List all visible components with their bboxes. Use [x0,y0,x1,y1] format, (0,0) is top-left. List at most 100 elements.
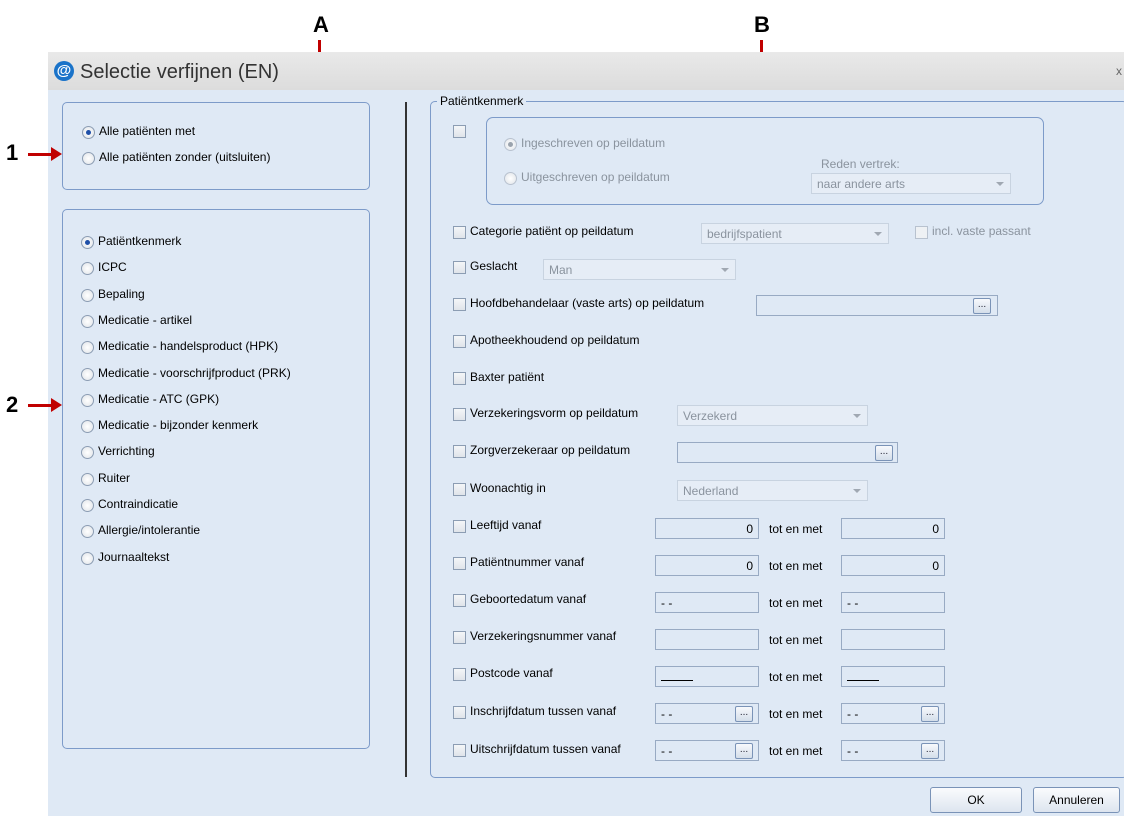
button-uitschrijfdatum-to-picker[interactable]: ... [921,743,939,759]
close-icon[interactable]: x [1116,64,1122,78]
checkbox-categorie[interactable] [453,226,466,239]
label-verzekeringsnummer: Verzekeringsnummer vanaf [470,629,617,643]
input-leeftijd-to[interactable]: 0 [841,518,945,539]
checkbox-geboortedatum[interactable] [453,594,466,607]
checkbox-patientnummer[interactable] [453,557,466,570]
label-criteria-4: Medicatie - handelsproduct (HPK) [98,339,279,354]
label-criteria-2: Bepaling [98,286,145,301]
checkbox-registratie[interactable] [453,125,466,138]
radio-criteria-6[interactable] [81,393,94,407]
checkbox-baxter[interactable] [453,372,466,385]
annotation-2: 2 [6,392,19,417]
select-reden-vertrek[interactable]: naar andere arts [811,173,1011,194]
radio-criteria-1[interactable] [81,262,94,276]
label-hoofdbehandelaar: Hoofdbehandelaar (vaste arts) op peildat… [470,296,705,310]
label-criteria-0: Patiëntkenmerk [98,234,182,248]
label-ingeschreven: Ingeschreven op peildatum [521,136,666,150]
label-criteria-12: Journaaltekst [98,549,170,564]
radio-ingeschreven[interactable] [504,138,517,151]
radio-criteria-10[interactable] [81,499,94,512]
label-reden-vertrek: Reden vertrek: [821,157,900,171]
checkbox-verzekeringsvorm[interactable] [453,408,466,421]
label-criteria-11: Allergie/intolerantie [98,523,201,538]
label-criteria-8: Verrichting [98,444,155,459]
criteria-panel: Patiëntkenmerk ICPC Bepaling Medicatie - ar… [62,209,370,749]
input-geboortedatum-to[interactable]: - - [841,592,945,613]
checkbox-incl-vaste-passant[interactable] [915,226,928,239]
checkbox-inschrijfdatum[interactable] [453,706,466,719]
patientkenmerk-group: Patiëntkenmerk Ingeschreven op peildatum… [430,94,1124,778]
checkbox-leeftijd[interactable] [453,520,466,533]
vertical-divider [405,102,407,777]
label-geboortedatum-tot: tot en met [769,596,823,610]
input-hoofdbehandelaar[interactable] [756,295,998,316]
label-alle-zonder: Alle patiënten zonder (uitsluiten) [99,150,271,164]
button-inschrijfdatum-from-picker[interactable]: ... [735,706,753,722]
select-geslacht[interactable]: Man [543,259,736,280]
label-verzekeringsvorm: Verzekeringsvorm op peildatum [470,406,639,420]
label-postcode: Postcode vanaf [470,666,553,680]
label-criteria-3: Medicatie - artikel [98,312,193,327]
button-zorgverzekeraar-browse[interactable]: ... [875,445,893,461]
annotation-1: 1 [6,140,19,165]
input-leeftijd-from[interactable]: 0 [655,518,759,539]
radio-criteria-9[interactable] [81,472,94,486]
cancel-button[interactable]: Annuleren [1033,787,1120,813]
radio-criteria-5[interactable] [81,367,94,381]
group-legend: Patiëntkenmerk [437,94,527,108]
ok-button[interactable]: OK [930,787,1022,813]
checkbox-uitschrijfdatum[interactable] [453,744,466,757]
checkbox-apotheekhoudend[interactable] [453,335,466,348]
radio-criteria-2[interactable] [81,288,94,302]
radio-criteria-0[interactable] [81,236,94,249]
label-zorgverzekeraar: Zorgverzekeraar op peildatum [470,443,631,457]
at-icon: @ [54,61,74,81]
button-uitschrijfdatum-from-picker[interactable]: ... [735,743,753,759]
radio-criteria-8[interactable] [81,446,94,460]
label-geboortedatum: Geboortedatum vanaf [470,592,587,606]
input-zorgverzekeraar[interactable] [677,442,898,463]
input-patientnummer-from[interactable]: 0 [655,555,759,576]
input-postcode-to[interactable] [841,666,945,687]
label-criteria-7: Medicatie - bijzonder kenmerk [98,418,259,433]
label-leeftijd-tot: tot en met [769,522,823,536]
label-woonachtig: Woonachtig in [470,481,546,495]
label-criteria-6: Medicatie - ATC (GPK) [98,391,220,406]
input-geboortedatum-from[interactable]: - - [655,592,759,613]
input-postcode-from[interactable] [655,666,759,687]
radio-alle-zonder[interactable] [82,152,95,165]
select-categorie[interactable]: bedrijfspatient [701,223,889,244]
label-criteria-9: Ruiter [98,470,131,485]
checkbox-verzekeringsnummer[interactable] [453,631,466,644]
checkbox-hoofdbehandelaar[interactable] [453,298,466,311]
radio-criteria-11[interactable] [81,525,94,539]
radio-criteria-4[interactable] [81,341,94,355]
label-apotheekhoudend: Apotheekhoudend op peildatum [470,333,640,347]
annotation-a: A [313,12,329,37]
label-postcode-tot: tot en met [769,670,823,684]
label-verzekeringsnummer-tot: tot en met [769,633,823,647]
radio-criteria-3[interactable] [81,314,94,328]
select-woonachtig[interactable]: Nederland [677,480,868,501]
input-verzekeringsnummer-to[interactable] [841,629,945,650]
postcode-mask-from [661,680,693,681]
label-inschrijfdatum-tot: tot en met [769,707,823,721]
checkbox-geslacht[interactable] [453,261,466,274]
button-inschrijfdatum-to-picker[interactable]: ... [921,706,939,722]
label-categorie: Categorie patiënt op peildatum [470,224,634,238]
label-uitgeschreven: Uitgeschreven op peildatum [521,170,670,184]
checkbox-woonachtig[interactable] [453,483,466,496]
input-patientnummer-to[interactable]: 0 [841,555,945,576]
radio-uitgeschreven[interactable] [504,172,517,185]
checkbox-postcode[interactable] [453,668,466,681]
select-verzekeringsvorm[interactable]: Verzekerd [677,405,868,426]
checkbox-zorgverzekeraar[interactable] [453,445,466,458]
radio-criteria-7[interactable] [81,420,94,434]
button-hoofdbehandelaar-browse[interactable]: ... [973,298,991,314]
input-verzekeringsnummer-from[interactable] [655,629,759,650]
radio-criteria-12[interactable] [81,551,94,565]
annotation-1-arrow [28,147,62,161]
scope-panel: Alle patiënten met Alle patiënten zonder… [62,102,370,190]
label-alle-met: Alle patiënten met [99,124,196,138]
radio-alle-met[interactable] [82,126,95,139]
